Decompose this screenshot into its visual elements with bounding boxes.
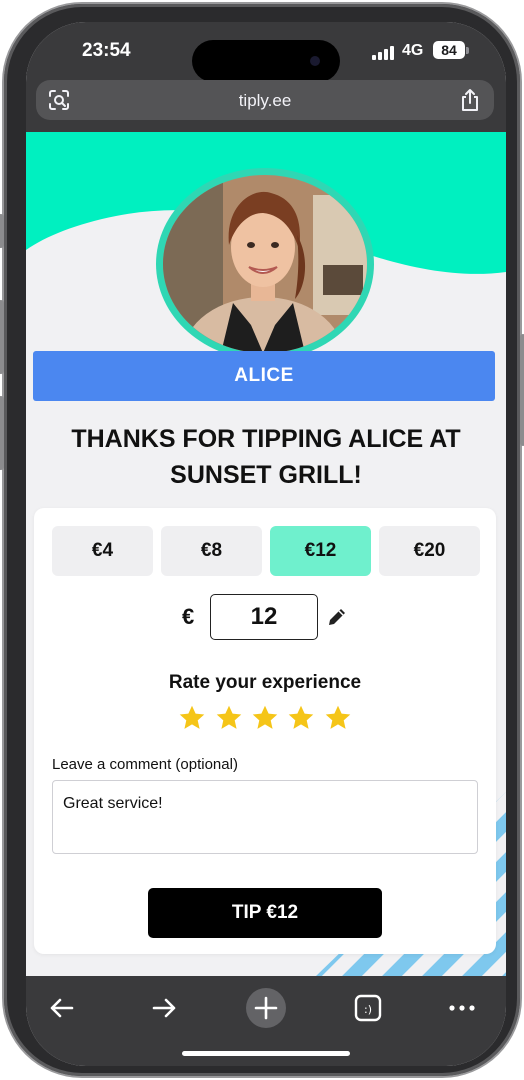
tip-amount-options: €4 €8 €12 €20: [52, 526, 480, 576]
url-text[interactable]: tiply.ee: [36, 91, 494, 111]
network-label: 4G: [402, 42, 424, 59]
volume-down-button: [0, 396, 4, 470]
more-icon[interactable]: [442, 988, 482, 1028]
volume-up-button: [0, 300, 4, 374]
forward-arrow-icon[interactable]: [144, 988, 184, 1028]
tip-option-4[interactable]: €4: [52, 526, 153, 576]
screen: 23:54 4G 84 tiply.ee ALICE THANKS FOR TI…: [26, 22, 506, 1066]
profile-name-bar: ALICE: [33, 351, 495, 401]
comment-label: Leave a comment (optional): [52, 756, 238, 773]
custom-amount-input[interactable]: 12: [210, 594, 318, 640]
star-rating[interactable]: [34, 704, 496, 737]
star-icon[interactable]: [178, 704, 206, 732]
custom-amount-row: € 12: [34, 594, 496, 640]
battery-icon: 84: [433, 41, 465, 59]
dynamic-island: [192, 40, 340, 82]
star-icon[interactable]: [251, 704, 279, 732]
tip-page: ALICE THANKS FOR TIPPING ALICE AT SUNSET…: [26, 132, 506, 976]
tip-card: €4 €8 €12 €20 € 12 Rate your experience: [34, 508, 496, 954]
mute-switch: [0, 214, 4, 248]
signal-icon: [372, 46, 394, 60]
star-icon[interactable]: [324, 704, 352, 732]
back-arrow-icon[interactable]: [42, 988, 82, 1028]
tip-option-20[interactable]: €20: [379, 526, 480, 576]
avatar-photo: [163, 175, 367, 353]
power-button: [520, 334, 524, 446]
star-icon[interactable]: [287, 704, 315, 732]
submit-tip-button[interactable]: TIP €12: [148, 888, 382, 938]
avatar-ring: [156, 168, 374, 360]
browser-toolbar: :): [26, 976, 506, 1066]
url-bar[interactable]: tiply.ee: [36, 80, 494, 120]
currency-symbol: €: [182, 604, 195, 629]
pencil-icon[interactable]: [326, 606, 348, 628]
tip-option-8[interactable]: €8: [161, 526, 262, 576]
avatar: [163, 175, 367, 353]
star-icon[interactable]: [215, 704, 243, 732]
tip-option-12[interactable]: €12: [270, 526, 371, 576]
comment-textarea[interactable]: Great service!: [52, 780, 478, 854]
tabs-icon[interactable]: :): [348, 988, 388, 1028]
page-title: THANKS FOR TIPPING ALICE AT SUNSET GRILL…: [71, 425, 461, 489]
rating-label: Rate your experience: [168, 672, 362, 693]
browser-top-bar: 23:54 4G 84 tiply.ee: [26, 22, 506, 132]
plus-icon[interactable]: [246, 988, 286, 1028]
battery-tip: [466, 47, 469, 54]
home-indicator: [182, 1051, 350, 1056]
phone-frame: 23:54 4G 84 tiply.ee ALICE THANKS FOR TI…: [0, 4, 524, 1076]
status-time: 23:54: [82, 40, 131, 61]
svg-text::): :): [364, 1003, 372, 1016]
share-icon[interactable]: [460, 88, 480, 112]
